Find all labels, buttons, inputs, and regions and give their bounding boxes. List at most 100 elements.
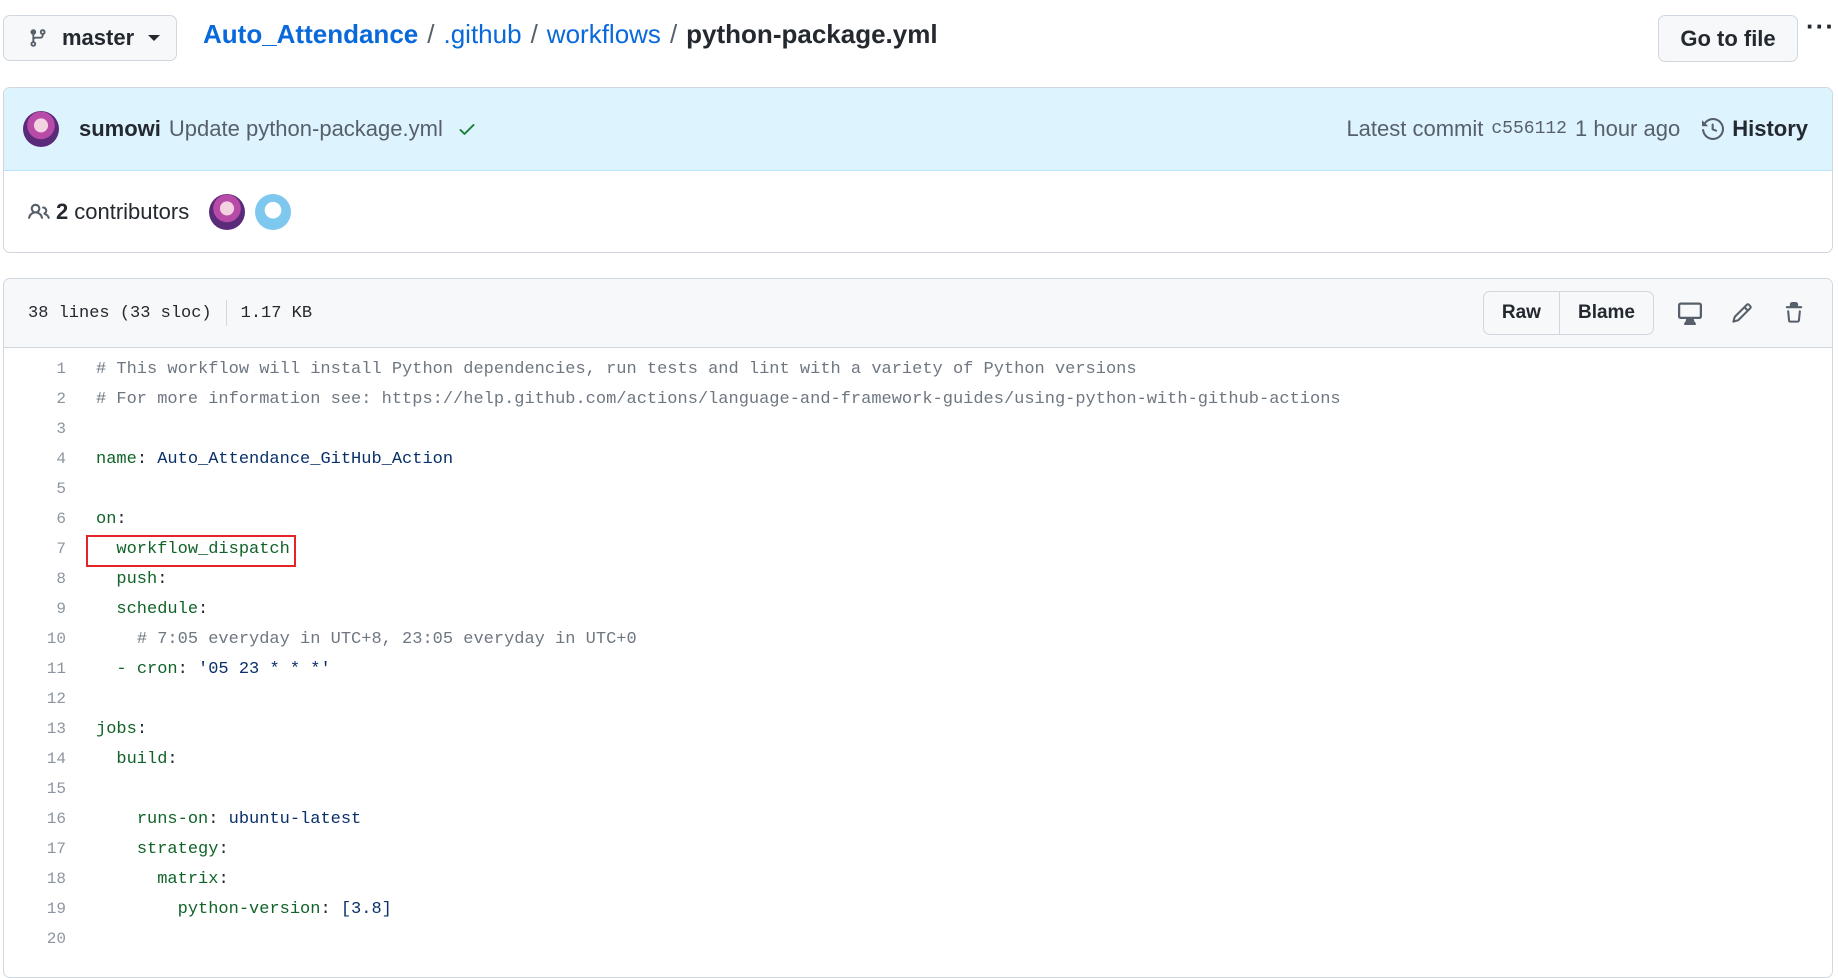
- line-number[interactable]: 5: [4, 480, 96, 498]
- raw-blame-group: Raw Blame: [1482, 291, 1654, 335]
- contributors-row: 2 contributors: [4, 171, 1832, 252]
- latest-commit-label: Latest commit: [1346, 116, 1484, 141]
- line-number[interactable]: 8: [4, 570, 96, 588]
- commit-message-link[interactable]: Update python-package.yml: [169, 116, 443, 142]
- highlight-box: [86, 534, 296, 567]
- more-options-button[interactable]: ···: [1806, 13, 1834, 46]
- check-icon[interactable]: [457, 119, 477, 139]
- code-line: 12: [4, 684, 1832, 714]
- code-line: 13 jobs:: [4, 714, 1832, 744]
- yaml-key: matrix: [157, 869, 219, 889]
- branch-icon: [28, 28, 48, 48]
- divider: [225, 300, 227, 326]
- chevron-down-icon: [148, 35, 161, 41]
- blame-button[interactable]: Blame: [1558, 292, 1653, 334]
- contributor-avatars: [209, 194, 292, 230]
- file-info: 38 lines (33 sloc) 1.17 KB: [28, 300, 312, 326]
- avatar[interactable]: [209, 194, 246, 230]
- line-number[interactable]: 15: [4, 780, 96, 798]
- code-line: 15: [4, 774, 1832, 804]
- breadcrumb-separator: /: [427, 19, 435, 49]
- code-line: 19 python-version: [3.8]: [4, 894, 1832, 924]
- contributors-count[interactable]: 2: [56, 199, 68, 225]
- code-line: 2 # For more information see: https://hel…: [4, 384, 1832, 414]
- code-line: 10 # 7:05 everyday in UTC+8, 23:05 every…: [4, 624, 1832, 654]
- line-number[interactable]: 1: [4, 360, 96, 378]
- yaml-dash: -: [116, 659, 127, 679]
- line-count: 38 lines (33 sloc): [28, 303, 212, 323]
- yaml-key: name: [96, 449, 137, 469]
- display-icon[interactable]: [1674, 297, 1706, 329]
- yaml-key: build: [116, 749, 168, 769]
- pencil-icon[interactable]: [1726, 297, 1758, 329]
- latest-commit-row: sumowi Update python-package.yml Latest …: [4, 88, 1832, 171]
- contributors-label[interactable]: contributors: [74, 199, 189, 225]
- file-viewer: 38 lines (33 sloc) 1.17 KB Raw Blame 1 # …: [3, 278, 1833, 978]
- code-line: 1 # This workflow will install Python dep…: [4, 354, 1832, 384]
- code-line: 4 name: Auto_Attendance_GitHub_Action: [4, 444, 1832, 474]
- history-link[interactable]: History: [1702, 116, 1808, 142]
- code-view: 1 # This workflow will install Python dep…: [4, 348, 1832, 954]
- breadcrumb-github-link[interactable]: .github: [443, 19, 521, 50]
- code-line: 16 runs-on: ubuntu-latest: [4, 804, 1832, 834]
- code-line: 3: [4, 414, 1832, 444]
- trash-icon[interactable]: [1778, 297, 1810, 329]
- yaml-key: on: [96, 509, 117, 529]
- breadcrumb-workflows-link[interactable]: workflows: [547, 19, 661, 50]
- line-number[interactable]: 10: [4, 630, 96, 648]
- breadcrumb-file-name: python-package.yml: [686, 19, 938, 49]
- yaml-value: '05 23 * * *': [198, 659, 331, 679]
- yaml-key: runs-on: [136, 809, 209, 829]
- line-number[interactable]: 16: [4, 810, 96, 828]
- line-number[interactable]: 17: [4, 840, 96, 858]
- breadcrumb-repo-link[interactable]: Auto_Attendance: [203, 19, 418, 50]
- line-number[interactable]: 19: [4, 900, 96, 918]
- commit-author-link[interactable]: sumowi: [79, 116, 161, 142]
- code-comment: # 7:05 everyday in UTC+8, 23:05 everyday…: [136, 629, 637, 649]
- code-line: 7 workflow_dispatch:: [4, 534, 1832, 567]
- file-actions: Raw Blame: [1482, 291, 1810, 335]
- yaml-key: python-version: [177, 899, 321, 919]
- file-header: 38 lines (33 sloc) 1.17 KB Raw Blame: [4, 279, 1832, 348]
- yaml-key: strategy: [136, 839, 219, 859]
- top-bar: master Auto_Attendance / .github / workf…: [0, 0, 1838, 86]
- commit-box: sumowi Update python-package.yml Latest …: [3, 87, 1833, 253]
- line-number[interactable]: 18: [4, 870, 96, 888]
- line-number[interactable]: 2: [4, 390, 96, 408]
- line-number[interactable]: 20: [4, 930, 96, 948]
- avatar[interactable]: [255, 194, 292, 230]
- code-line: 14 build:: [4, 744, 1832, 774]
- code-line: 6 on:: [4, 504, 1832, 534]
- line-number[interactable]: 7: [4, 540, 96, 558]
- line-number[interactable]: 12: [4, 690, 96, 708]
- line-number[interactable]: 13: [4, 720, 96, 738]
- code-line: 18 matrix:: [4, 864, 1832, 894]
- line-number[interactable]: 6: [4, 510, 96, 528]
- yaml-key: schedule: [116, 599, 199, 619]
- code-line: 20: [4, 924, 1832, 954]
- line-number[interactable]: 3: [4, 420, 96, 438]
- breadcrumb: Auto_Attendance / .github / workflows / …: [203, 19, 938, 50]
- code-line: 5: [4, 474, 1832, 504]
- branch-select-button[interactable]: master: [3, 15, 177, 61]
- avatar[interactable]: [23, 111, 59, 147]
- line-number[interactable]: 4: [4, 450, 96, 468]
- go-to-file-button[interactable]: Go to file: [1658, 15, 1798, 62]
- commit-time: 1 hour ago: [1575, 116, 1681, 141]
- yaml-key: push: [116, 569, 158, 589]
- code-line: 17 strategy:: [4, 834, 1832, 864]
- line-number[interactable]: 14: [4, 750, 96, 768]
- code-line: 8 push:: [4, 564, 1832, 594]
- breadcrumb-separator: /: [530, 19, 538, 49]
- people-icon: [28, 201, 50, 223]
- commit-meta: Latest commit c556112 1 hour ago History: [1346, 88, 1808, 170]
- raw-button[interactable]: Raw: [1484, 292, 1559, 334]
- commit-sha-link[interactable]: c556112: [1491, 119, 1567, 139]
- branch-name: master: [62, 25, 135, 50]
- yaml-value: ubuntu-latest: [228, 809, 362, 829]
- breadcrumb-separator: /: [669, 19, 678, 49]
- history-label: History: [1732, 116, 1808, 141]
- yaml-key: cron: [136, 659, 178, 679]
- line-number[interactable]: 9: [4, 600, 96, 618]
- line-number[interactable]: 11: [4, 660, 96, 678]
